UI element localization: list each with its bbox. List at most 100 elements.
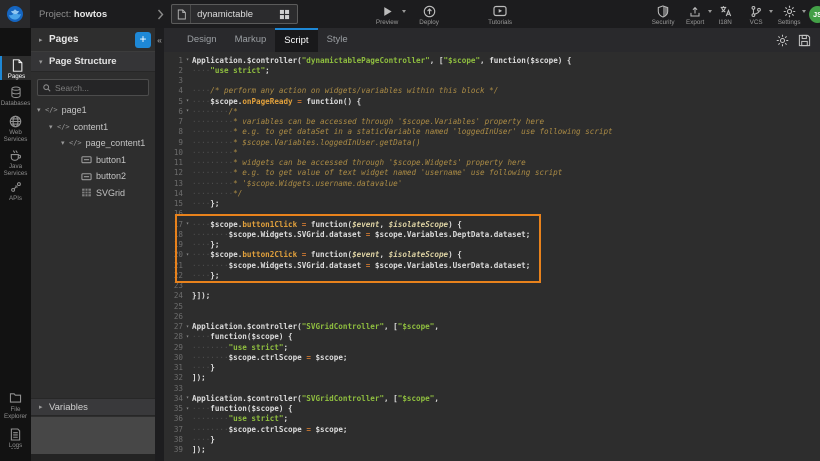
tree-node-page_content1[interactable]: ▾</>page_content1 bbox=[31, 135, 155, 152]
code-line[interactable]: 3 bbox=[164, 76, 820, 86]
sidebar-item-pages[interactable]: Pages bbox=[0, 56, 31, 80]
code-text: Application.$controller("SVGridControlle… bbox=[192, 394, 439, 403]
code-line[interactable]: 11·········* widgets can be accessed thr… bbox=[164, 158, 820, 168]
caret-down-icon[interactable]: ▾ bbox=[61, 139, 69, 147]
settings-button[interactable]: Settings bbox=[774, 0, 804, 28]
deploy-button[interactable]: Deploy bbox=[412, 0, 446, 28]
tree-node-button1[interactable]: button1 bbox=[31, 152, 155, 169]
line-number: 25 bbox=[164, 302, 183, 311]
sidebar-item-web-services[interactable]: WebServices bbox=[0, 112, 31, 143]
code-line[interactable]: 22····}; bbox=[164, 270, 820, 280]
code-line[interactable]: 31····} bbox=[164, 363, 820, 373]
collapse-panel-button[interactable]: « bbox=[155, 34, 164, 46]
code-line[interactable]: 39]); bbox=[164, 445, 820, 455]
code-line[interactable]: 8·········* e.g. to get dataSet in a sta… bbox=[164, 127, 820, 137]
fold-marker-icon[interactable]: ▾ bbox=[183, 252, 192, 258]
caret-down-icon[interactable]: ▾ bbox=[49, 123, 57, 131]
code-line[interactable]: 35▾····function($scope) { bbox=[164, 404, 820, 414]
code-line[interactable]: 19····}; bbox=[164, 240, 820, 250]
code-line[interactable]: 10·········* bbox=[164, 147, 820, 157]
code-line[interactable]: 2····"use strict"; bbox=[164, 65, 820, 75]
code-line[interactable]: 6▾········/* bbox=[164, 106, 820, 116]
code-line[interactable]: 32]); bbox=[164, 373, 820, 383]
code-line[interactable]: 30········$scope.ctrlScope = $scope; bbox=[164, 352, 820, 362]
fold-marker-icon[interactable]: ▾ bbox=[183, 57, 192, 63]
fold-marker-icon[interactable]: ▾ bbox=[183, 406, 192, 412]
code-line[interactable]: 27▾Application.$controller("SVGridContro… bbox=[164, 322, 820, 332]
branch-icon bbox=[750, 5, 762, 17]
save-icon[interactable] bbox=[798, 34, 811, 47]
security-button[interactable]: Security bbox=[648, 0, 678, 28]
code-line[interactable]: 15····}; bbox=[164, 199, 820, 209]
sidebar-item-file-explorer[interactable]: FileExplorer bbox=[0, 389, 31, 420]
page-selector-dropdown[interactable]: dynamictable bbox=[171, 4, 298, 24]
code-line[interactable]: 38····} bbox=[164, 434, 820, 444]
code-line[interactable]: 36········"use strict"; bbox=[164, 414, 820, 424]
fold-marker-icon[interactable]: ▾ bbox=[183, 108, 192, 114]
code-line[interactable]: 9·········* $scope.Variables.loggedInUse… bbox=[164, 137, 820, 147]
code-line[interactable]: 21········$scope.Widgets.SVGrid.dataset … bbox=[164, 260, 820, 270]
search-input[interactable]: Search... bbox=[37, 79, 149, 96]
sidebar-item-java-services[interactable]: JavaServices bbox=[0, 146, 31, 177]
script-code-editor[interactable]: 1▾Application.$controller("dynamictableP… bbox=[164, 52, 820, 461]
fold-marker-icon[interactable]: ▾ bbox=[183, 334, 192, 340]
wavemaker-studio-window: Project: howtos dynamictable PreviewDepl… bbox=[0, 0, 820, 461]
fold-marker-icon[interactable]: ▾ bbox=[183, 395, 192, 401]
sidebar-item-apis[interactable]: APIs bbox=[0, 178, 31, 202]
tab-script[interactable]: Script bbox=[275, 28, 317, 52]
sidebar-more-button[interactable]: ⋯ bbox=[0, 443, 31, 454]
tree-node-page1[interactable]: ▾</>page1 bbox=[31, 102, 155, 119]
code-line[interactable]: 26 bbox=[164, 311, 820, 321]
code-line[interactable]: 5▾····$scope.onPageReady = function() { bbox=[164, 96, 820, 106]
line-number: 35 bbox=[164, 404, 183, 413]
code-line[interactable]: 33 bbox=[164, 383, 820, 393]
code-line[interactable]: 4····/* perform any action on widgets/va… bbox=[164, 86, 820, 96]
code-line[interactable]: 1▾Application.$controller("dynamictableP… bbox=[164, 55, 820, 65]
tutorials-button[interactable]: Tutorials bbox=[482, 0, 518, 28]
caret-down-icon[interactable]: ▾ bbox=[37, 106, 45, 114]
app-logo[interactable] bbox=[0, 0, 30, 28]
fold-marker-icon[interactable]: ▾ bbox=[183, 221, 192, 227]
code-line[interactable]: 20▾····$scope.button2Click = function($e… bbox=[164, 250, 820, 260]
code-line[interactable]: 18········$scope.Widgets.SVGrid.dataset … bbox=[164, 229, 820, 239]
code-line[interactable]: 29········"use strict"; bbox=[164, 342, 820, 352]
sidebar-item-databases[interactable]: Databases bbox=[0, 83, 31, 107]
tab-design[interactable]: Design bbox=[178, 28, 226, 52]
tree-node-label: button1 bbox=[96, 155, 126, 165]
pages-panel-header[interactable]: ▸ Pages + bbox=[31, 28, 155, 52]
action-label: Tutorials bbox=[488, 19, 512, 26]
code-line[interactable]: 14·········*/ bbox=[164, 188, 820, 198]
code-line[interactable]: 24}]); bbox=[164, 291, 820, 301]
action-label: I18N bbox=[718, 19, 731, 26]
code-line[interactable]: 25 bbox=[164, 301, 820, 311]
code-text: ········"use strict"; bbox=[192, 343, 288, 352]
code-line[interactable]: 7·········* variables can be accessed th… bbox=[164, 117, 820, 127]
page-structure-header[interactable]: ▾ Page Structure bbox=[31, 52, 155, 72]
code-line[interactable]: 23 bbox=[164, 281, 820, 291]
add-page-button[interactable]: + bbox=[135, 32, 151, 48]
code-line[interactable]: 13·········* '$scope.Widgets.username.da… bbox=[164, 178, 820, 188]
code-line[interactable]: 28▾····function($scope) { bbox=[164, 332, 820, 342]
tab-style[interactable]: Style bbox=[318, 28, 357, 52]
code-line[interactable]: 34▾Application.$controller("SVGridContro… bbox=[164, 393, 820, 403]
code-line[interactable]: 12·········* e.g. to get value of text w… bbox=[164, 168, 820, 178]
grid-view-icon[interactable] bbox=[279, 9, 297, 20]
tree-node-button2[interactable]: button2 bbox=[31, 168, 155, 185]
tab-markup[interactable]: Markup bbox=[226, 28, 276, 52]
fold-marker-icon[interactable]: ▾ bbox=[183, 324, 192, 330]
tree-node-SVGrid[interactable]: SVGrid bbox=[31, 185, 155, 202]
page-settings-gear-icon[interactable] bbox=[776, 34, 789, 47]
user-avatar[interactable]: JS bbox=[809, 6, 820, 23]
variables-section-header[interactable]: ▸ Variables bbox=[31, 398, 155, 416]
tree-node-content1[interactable]: ▾</>content1 bbox=[31, 119, 155, 136]
code-line[interactable]: 37········$scope.ctrlScope = $scope; bbox=[164, 424, 820, 434]
fold-marker-icon[interactable]: ▾ bbox=[183, 98, 192, 104]
code-line[interactable]: 16 bbox=[164, 209, 820, 219]
i18n-button[interactable]: I18N bbox=[710, 0, 740, 28]
code-line[interactable]: 17▾····$scope.button1Click = function($e… bbox=[164, 219, 820, 229]
export-button[interactable]: Export bbox=[680, 0, 710, 28]
line-number: 2 bbox=[164, 66, 183, 75]
breadcrumb-chevron-icon bbox=[157, 9, 164, 20]
preview-button[interactable]: Preview bbox=[370, 0, 404, 28]
vcs-button[interactable]: VCS bbox=[741, 0, 771, 28]
